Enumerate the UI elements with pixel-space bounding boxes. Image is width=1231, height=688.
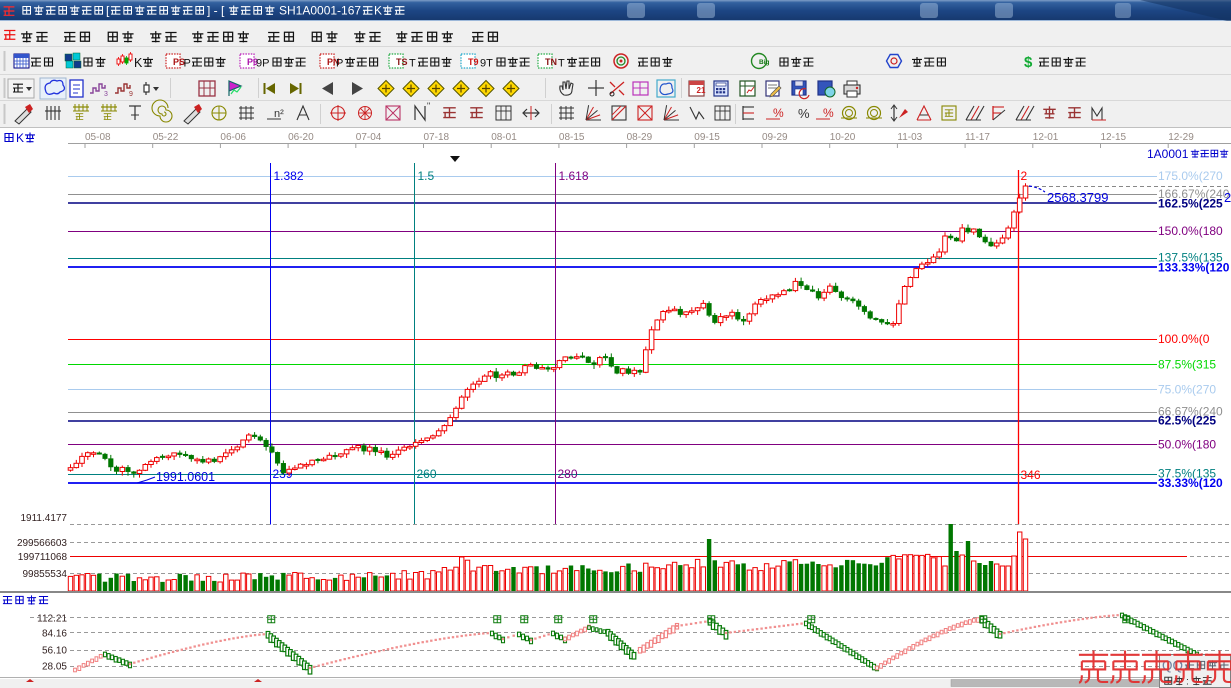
svg-text:12-15: 12-15 [1101, 132, 1127, 143]
svg-text:07-04: 07-04 [356, 132, 382, 143]
svg-text:11-17: 11-17 [965, 132, 990, 143]
svg-text:133.33%(120: 133.33%(120 [1158, 261, 1230, 275]
svg-text:": " [427, 101, 430, 111]
svg-text:10-20: 10-20 [830, 132, 856, 143]
svg-text:%: % [773, 106, 784, 120]
svg-text:] - [: ] - [ [207, 4, 225, 18]
svg-text:175.0%(270: 175.0%(270 [1158, 169, 1223, 183]
svg-text:K: K [134, 56, 143, 70]
svg-text:1.5: 1.5 [418, 169, 435, 183]
svg-text:3: 3 [104, 91, 108, 98]
svg-text:1.382: 1.382 [274, 169, 304, 183]
svg-text:260: 260 [417, 467, 437, 481]
svg-text:T9: T9 [468, 57, 479, 67]
svg-text:2568.3799: 2568.3799 [1047, 190, 1108, 205]
svg-text:9P: 9P [256, 58, 269, 70]
svg-text:28.05: 28.05 [42, 662, 67, 673]
svg-text:2: 2 [1021, 169, 1028, 183]
svg-text:06-20: 06-20 [288, 132, 314, 143]
svg-text:$: $ [1024, 54, 1033, 71]
svg-text:75.0%(270: 75.0%(270 [1158, 383, 1216, 397]
svg-text:50.0%(180: 50.0%(180 [1158, 438, 1216, 452]
svg-text:99855534: 99855534 [23, 569, 68, 580]
svg-text:1991.0601: 1991.0601 [156, 470, 215, 484]
svg-text:11-03: 11-03 [897, 132, 922, 143]
svg-text:1.618: 1.618 [559, 169, 589, 183]
svg-text:62.5%(225: 62.5%(225 [1158, 414, 1216, 428]
svg-text:9T: 9T [480, 58, 493, 70]
svg-text:08-29: 08-29 [627, 132, 653, 143]
svg-text:TS: TS [396, 57, 408, 67]
svg-text:87.5%(315: 87.5%(315 [1158, 358, 1216, 372]
svg-text:TN: TN [545, 57, 557, 67]
svg-text:05-22: 05-22 [153, 132, 179, 143]
svg-text:112.21: 112.21 [37, 614, 67, 625]
svg-text:1911.4177: 1911.4177 [20, 513, 67, 524]
svg-text:199711068: 199711068 [18, 552, 68, 563]
svg-text:9: 9 [129, 91, 133, 98]
svg-text:07-18: 07-18 [424, 132, 450, 143]
svg-text:12-29: 12-29 [1168, 132, 1194, 143]
svg-text:21: 21 [697, 86, 706, 95]
svg-text:P: P [336, 58, 343, 70]
svg-text:K: K [374, 4, 382, 18]
svg-text:09-29: 09-29 [762, 132, 788, 143]
svg-text:P: P [184, 58, 191, 70]
svg-text:150.0%(180: 150.0%(180 [1158, 224, 1223, 238]
svg-text:1A0001: 1A0001 [1147, 147, 1189, 161]
svg-text:T: T [409, 58, 416, 70]
svg-text:08-01: 08-01 [491, 132, 517, 143]
svg-text:%: % [798, 106, 810, 121]
svg-text:56.10: 56.10 [42, 646, 67, 657]
svg-text:08-15: 08-15 [559, 132, 585, 143]
svg-text:299566603: 299566603 [17, 538, 67, 549]
svg-text:100.0%(0: 100.0%(0 [1158, 332, 1210, 346]
svg-text:346: 346 [1021, 468, 1041, 482]
svg-text:12-01: 12-01 [1033, 132, 1059, 143]
svg-text:Big: Big [759, 59, 770, 66]
svg-text:%: % [823, 106, 834, 120]
svg-text:09-15: 09-15 [694, 132, 720, 143]
svg-text:K: K [16, 131, 24, 145]
svg-text:T: T [558, 58, 565, 70]
svg-text:06-06: 06-06 [220, 132, 246, 143]
svg-text:84.16: 84.16 [42, 629, 67, 640]
svg-text:33.33%(120: 33.33%(120 [1158, 476, 1223, 490]
svg-text:05-08: 05-08 [85, 132, 111, 143]
svg-text:n²: n² [274, 108, 284, 120]
svg-text::: : [1186, 676, 1189, 688]
svg-text:162.5%(225: 162.5%(225 [1158, 197, 1223, 211]
svg-text:280: 280 [558, 467, 578, 481]
svg-text:2: 2 [1224, 190, 1231, 205]
svg-text:SH1A0001-167: SH1A0001-167 [279, 4, 361, 18]
